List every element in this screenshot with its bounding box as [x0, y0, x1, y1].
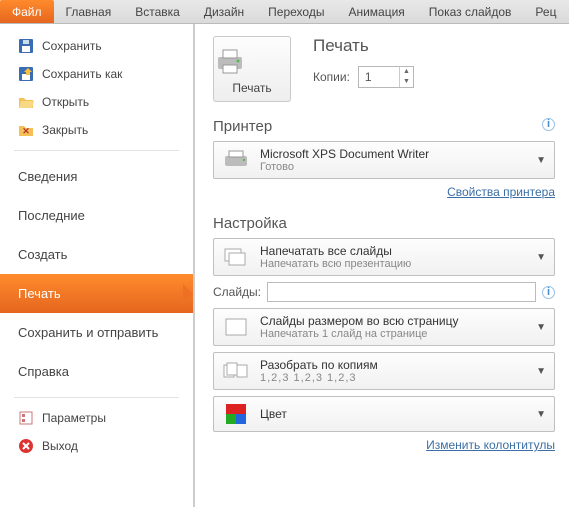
sidebar-new[interactable]: Создать: [0, 235, 193, 274]
printer-device-icon: [222, 148, 250, 172]
printer-properties-link[interactable]: Свойства принтера: [213, 185, 555, 199]
saveas-icon: [18, 66, 34, 82]
sidebar-recent[interactable]: Последние: [0, 196, 193, 235]
copies-spinner[interactable]: 1 ▲▼: [358, 66, 414, 88]
tab-home[interactable]: Главная: [54, 0, 124, 23]
settings-heading: Настройка: [213, 215, 555, 232]
fullpage-icon: [222, 315, 250, 339]
collate-icon: [222, 359, 250, 383]
sidebar-open[interactable]: Открыть: [0, 88, 193, 116]
slides-label: Слайды:: [213, 285, 261, 299]
sidebar-label: Открыть: [42, 95, 89, 109]
sidebar-send[interactable]: Сохранить и отправить: [0, 313, 193, 352]
sidebar-help[interactable]: Справка: [0, 352, 193, 391]
sidebar-label: Сохранить: [42, 39, 102, 53]
layout-main: Слайды размером во всю страницу: [260, 314, 526, 328]
sidebar-label: Справка: [18, 364, 69, 379]
color-dropdown[interactable]: Цвет ▼: [213, 396, 555, 432]
collate-main: Разобрать по копиям: [260, 358, 526, 372]
chevron-down-icon: ▼: [536, 366, 546, 377]
sidebar-saveas[interactable]: Сохранить как: [0, 60, 193, 88]
print-title: Печать: [313, 36, 414, 56]
sidebar-label: Параметры: [42, 411, 106, 425]
range-sub: Напечатать всю презентацию: [260, 258, 526, 270]
ribbon-tabs: Файл Главная Вставка Дизайн Переходы Ани…: [0, 0, 569, 24]
range-main: Напечатать все слайды: [260, 244, 526, 258]
print-panel: Печать Печать Копии: 1 ▲▼ Принтер i Micr…: [195, 24, 569, 507]
chevron-down-icon: ▼: [536, 155, 546, 166]
printer-status: Готово: [260, 161, 526, 173]
options-icon: [18, 410, 34, 426]
print-range-dropdown[interactable]: Напечатать все слайды Напечатать всю пре…: [213, 238, 555, 276]
tab-review[interactable]: Рец: [523, 0, 568, 23]
close-icon: ✕: [18, 122, 34, 138]
slides-input[interactable]: [267, 282, 536, 302]
sidebar-label: Сохранить как: [42, 67, 122, 81]
sidebar-label: Печать: [18, 286, 61, 301]
backstage-sidebar: Сохранить Сохранить как Открыть ✕ Закрыт…: [0, 24, 195, 507]
separator: [14, 397, 179, 398]
exit-icon: [18, 438, 34, 454]
tab-file[interactable]: Файл: [0, 0, 54, 23]
copies-value: 1: [359, 70, 399, 84]
chevron-down-icon: ▼: [536, 322, 546, 333]
color-icon: [222, 402, 250, 426]
tab-animations[interactable]: Анимация: [336, 0, 416, 23]
sidebar-label: Последние: [18, 208, 85, 223]
sidebar-label: Закрыть: [42, 123, 88, 137]
printer-icon: [214, 47, 290, 75]
printer-heading: Принтер i: [213, 118, 555, 135]
tab-design[interactable]: Дизайн: [192, 0, 256, 23]
sidebar-exit[interactable]: Выход: [0, 432, 193, 460]
separator: [14, 150, 179, 151]
sidebar-label: Создать: [18, 247, 67, 262]
sidebar-label: Выход: [42, 439, 78, 453]
collate-sub: 1,2,3 1,2,3 1,2,3: [260, 372, 526, 384]
sidebar-label: Сохранить и отправить: [18, 325, 158, 340]
print-button[interactable]: Печать: [213, 36, 291, 102]
printer-dropdown[interactable]: Microsoft XPS Document Writer Готово ▼: [213, 141, 555, 179]
edit-header-footer-link[interactable]: Изменить колонтитулы: [213, 438, 555, 452]
info-icon[interactable]: i: [542, 286, 555, 299]
chevron-down-icon: ▼: [536, 409, 546, 420]
spinner-arrows[interactable]: ▲▼: [399, 67, 413, 87]
printer-name: Microsoft XPS Document Writer: [260, 147, 526, 161]
save-icon: [18, 38, 34, 54]
sidebar-close[interactable]: ✕ Закрыть: [0, 116, 193, 144]
sidebar-info[interactable]: Сведения: [0, 157, 193, 196]
sidebar-options[interactable]: Параметры: [0, 404, 193, 432]
print-button-label: Печать: [214, 81, 290, 95]
chevron-down-icon: ▼: [536, 252, 546, 263]
layout-dropdown[interactable]: Слайды размером во всю страницу Напечата…: [213, 308, 555, 346]
slides-all-icon: [222, 245, 250, 269]
collate-dropdown[interactable]: Разобрать по копиям 1,2,3 1,2,3 1,2,3 ▼: [213, 352, 555, 390]
tab-insert[interactable]: Вставка: [123, 0, 192, 23]
layout-sub: Напечатать 1 слайд на странице: [260, 328, 526, 340]
color-main: Цвет: [260, 407, 526, 421]
tab-transitions[interactable]: Переходы: [256, 0, 336, 23]
info-icon[interactable]: i: [542, 118, 555, 131]
tab-slideshow[interactable]: Показ слайдов: [417, 0, 524, 23]
open-icon: [18, 94, 34, 110]
sidebar-print[interactable]: Печать: [0, 274, 193, 313]
sidebar-save[interactable]: Сохранить: [0, 32, 193, 60]
svg-text:✕: ✕: [22, 126, 30, 136]
copies-label: Копии:: [313, 70, 350, 84]
sidebar-label: Сведения: [18, 169, 77, 184]
